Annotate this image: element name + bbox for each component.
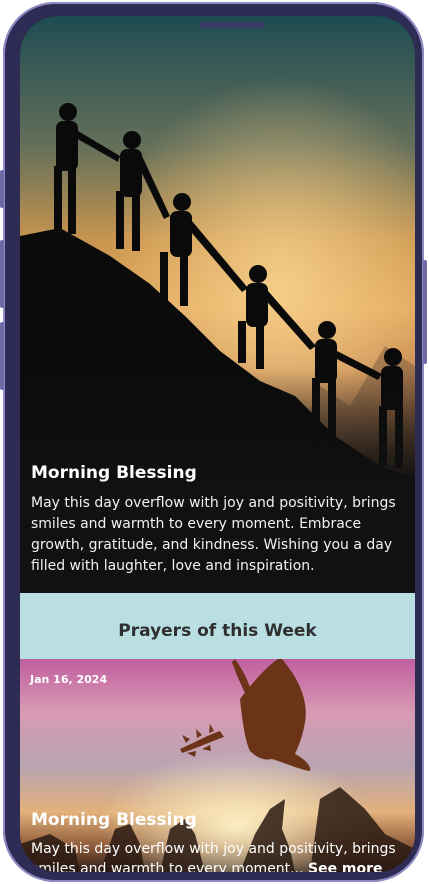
see-more-link[interactable]: See more [308,861,383,872]
screen: Morning Blessing May this day overflow w… [20,16,415,872]
hero-title: Morning Blessing [31,463,197,483]
prayers-section-header: Prayers of this Week [20,593,415,659]
card-date: Jan 16, 2024 [30,673,108,686]
hero-image [20,16,415,486]
power-button [423,260,427,364]
side-button [0,240,4,308]
side-button [0,322,4,390]
section-title: Prayers of this Week [118,621,317,641]
prayer-card[interactable]: Jan 16, 2024 Morning Blessing May this d… [20,659,415,872]
card-description: May this day overflow with joy and posit… [31,839,407,872]
hero-card[interactable]: Morning Blessing May this day overflow w… [20,16,415,593]
speaker-notch [200,22,264,28]
hero-description: May this day overflow with joy and posit… [31,495,396,574]
side-button [0,170,4,208]
card-title: Morning Blessing [31,810,197,830]
phone-frame: Morning Blessing May this day overflow w… [0,2,427,882]
